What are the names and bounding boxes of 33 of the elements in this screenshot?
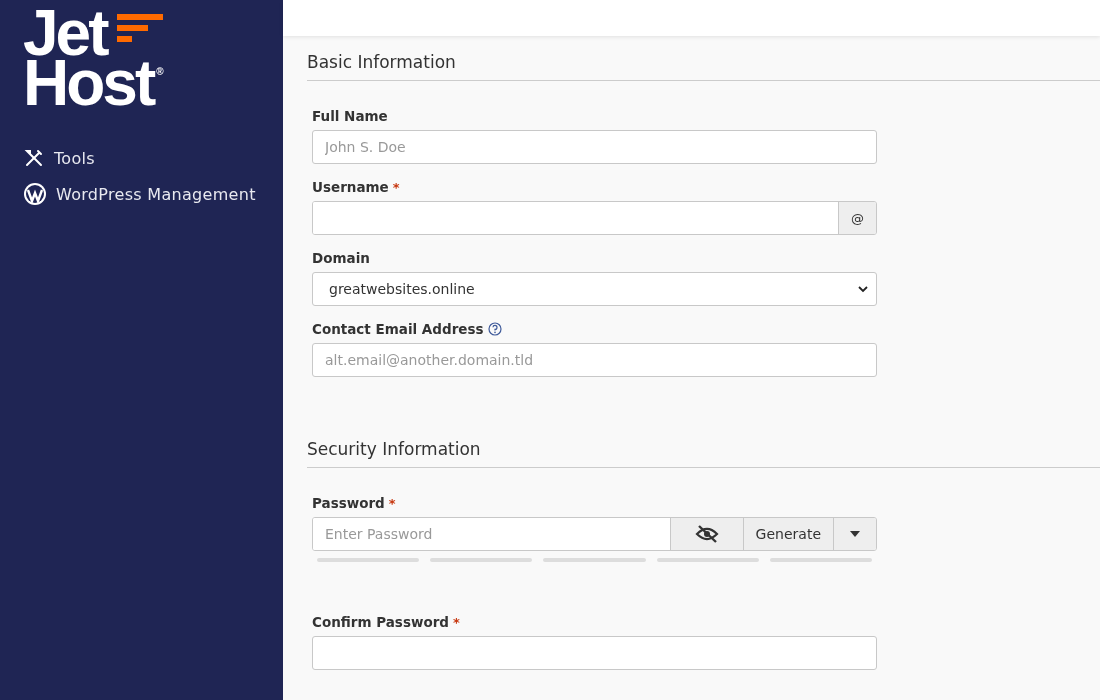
username-input-group[interactable]: @ (312, 201, 877, 235)
section-title: Basic Information (307, 52, 1100, 81)
required-mark: * (388, 495, 396, 511)
section-title: Security Information (307, 439, 1100, 468)
logo-text: Jet (23, 8, 107, 58)
text-field[interactable]: alt.email@another.domain.tld (312, 343, 877, 377)
domain-select[interactable]: greatwebsites.online (312, 272, 877, 306)
required-mark: * (453, 614, 460, 630)
text-field[interactable] (312, 636, 877, 670)
required-mark: * (392, 179, 400, 195)
password-input-group[interactable]: Enter Password Generate (312, 517, 877, 551)
field-label: Username (312, 179, 389, 195)
field-label: Domain (312, 250, 370, 266)
generate-button[interactable]: Generate (742, 518, 833, 550)
logo-text: Host (23, 58, 154, 108)
dropdown-button[interactable] (833, 518, 876, 550)
caret-icon (850, 531, 860, 537)
field-label: Contact Email Address (312, 321, 484, 337)
wordpress-logo-icon (23, 182, 47, 206)
sidebar-item[interactable]: WordPress Management (23, 182, 283, 206)
eye-slash-icon (694, 524, 719, 544)
field-label: Full Name (312, 108, 388, 124)
tools-icon (23, 148, 45, 168)
logo-stripes-icon (116, 14, 163, 42)
registered-mark: ® (156, 66, 164, 77)
toggle-visibility-button[interactable] (669, 518, 743, 550)
chevron-down-icon (858, 285, 868, 293)
help-icon[interactable] (487, 322, 502, 336)
at-addon: @ (838, 202, 876, 234)
field-label: Password (312, 495, 385, 511)
sidebar-item[interactable]: Tools (23, 148, 283, 168)
text-field[interactable]: John S. Doe (312, 130, 877, 164)
field-label: Confirm Password (312, 614, 449, 630)
